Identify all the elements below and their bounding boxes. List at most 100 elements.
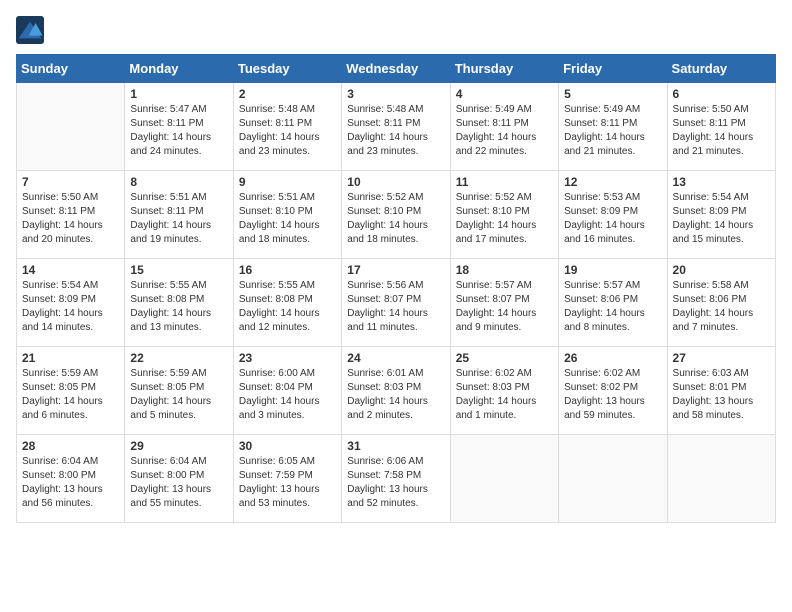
day-number: 19 [564,263,661,277]
weekday-header-sunday: Sunday [17,55,125,83]
day-info: Sunrise: 5:54 AM Sunset: 8:09 PM Dayligh… [22,279,119,335]
day-number: 12 [564,175,661,189]
calendar-cell: 10 Sunrise: 5:52 AM Sunset: 8:10 PM Dayli… [342,171,450,259]
logo-icon [16,16,44,44]
day-number: 27 [673,351,770,365]
day-number: 4 [456,87,553,101]
calendar-week-row: 21 Sunrise: 5:59 AM Sunset: 8:05 PM Dayli… [17,347,776,435]
day-info: Sunrise: 5:50 AM Sunset: 8:11 PM Dayligh… [22,191,119,247]
calendar-cell: 15Sunrise: 5:55 AM Sunset: 8:08 PM Dayli… [125,259,233,347]
calendar-cell: 2 Sunrise: 5:48 AM Sunset: 8:11 PM Daylig… [233,83,341,171]
calendar-cell: 17 Sunrise: 5:56 AM Sunset: 8:07 PM Dayli… [342,259,450,347]
day-number: 23 [239,351,336,365]
day-info: Sunrise: 5:48 AM Sunset: 8:11 PM Dayligh… [239,103,336,159]
day-number: 24 [347,351,444,365]
calendar-cell: 9 Sunrise: 5:51 AM Sunset: 8:10 PM Daylig… [233,171,341,259]
day-info: Sunrise: 5:52 AM Sunset: 8:10 PM Dayligh… [347,191,444,247]
day-info: Sunrise: 6:02 AM Sunset: 8:02 PM Dayligh… [564,367,661,423]
day-info: Sunrise: 5:56 AM Sunset: 8:07 PM Dayligh… [347,279,444,335]
day-info: Sunrise: 5:49 AM Sunset: 8:11 PM Dayligh… [564,103,661,159]
day-info: Sunrise: 5:53 AM Sunset: 8:09 PM Dayligh… [564,191,661,247]
day-info: Sunrise: 6:05 AM Sunset: 7:59 PM Dayligh… [239,455,336,511]
day-number: 26 [564,351,661,365]
day-number: 17 [347,263,444,277]
weekday-header-saturday: Saturday [667,55,775,83]
calendar-cell: 24 Sunrise: 6:01 AM Sunset: 8:03 PM Dayli… [342,347,450,435]
day-info: Sunrise: 6:00 AM Sunset: 8:04 PM Dayligh… [239,367,336,423]
day-number: 10 [347,175,444,189]
day-info: Sunrise: 5:50 AM Sunset: 8:11 PM Dayligh… [673,103,770,159]
day-info: Sunrise: 5:58 AM Sunset: 8:06 PM Dayligh… [673,279,770,335]
calendar-cell: 26 Sunrise: 6:02 AM Sunset: 8:02 PM Dayli… [559,347,667,435]
day-number: 5 [564,87,661,101]
calendar-cell: 6 Sunrise: 5:50 AM Sunset: 8:11 PM Daylig… [667,83,775,171]
day-info: Sunrise: 5:59 AM Sunset: 8:05 PM Dayligh… [130,367,227,423]
day-number: 29 [130,439,227,453]
calendar-week-row: 7 Sunrise: 5:50 AM Sunset: 8:11 PM Daylig… [17,171,776,259]
calendar-cell: 21Sunrise: 5:59 AM Sunset: 8:05 PM Dayli… [17,347,125,435]
logo [16,16,48,44]
calendar-cell: 11 Sunrise: 5:52 AM Sunset: 8:10 PM Dayli… [450,171,558,259]
calendar-cell: 19 Sunrise: 5:57 AM Sunset: 8:06 PM Dayli… [559,259,667,347]
day-info: Sunrise: 5:48 AM Sunset: 8:11 PM Dayligh… [347,103,444,159]
calendar-cell: 12 Sunrise: 5:53 AM Sunset: 8:09 PM Dayli… [559,171,667,259]
calendar-cell: 23 Sunrise: 6:00 AM Sunset: 8:04 PM Dayli… [233,347,341,435]
calendar-cell: 4 Sunrise: 5:49 AM Sunset: 8:11 PM Daylig… [450,83,558,171]
day-info: Sunrise: 6:02 AM Sunset: 8:03 PM Dayligh… [456,367,553,423]
calendar-cell: 29 Sunrise: 6:04 AM Sunset: 8:00 PM Dayli… [125,435,233,523]
day-info: Sunrise: 5:55 AM Sunset: 8:08 PM Dayligh… [130,279,227,335]
day-info: Sunrise: 5:55 AM Sunset: 8:08 PM Dayligh… [239,279,336,335]
day-number: 3 [347,87,444,101]
calendar-cell: 28 Sunrise: 6:04 AM Sunset: 8:00 PM Dayli… [17,435,125,523]
day-number: 9 [239,175,336,189]
day-number: 14 [22,263,119,277]
day-number: 30 [239,439,336,453]
day-number: 11 [456,175,553,189]
day-number: 8 [130,175,227,189]
calendar-week-row: 14 Sunrise: 5:54 AM Sunset: 8:09 PM Dayli… [17,259,776,347]
calendar-cell [17,83,125,171]
calendar-cell: 22 Sunrise: 5:59 AM Sunset: 8:05 PM Dayli… [125,347,233,435]
calendar-cell: 31 Sunrise: 6:06 AM Sunset: 7:58 PM Dayli… [342,435,450,523]
weekday-header-thursday: Thursday [450,55,558,83]
calendar-cell: 3 Sunrise: 5:48 AM Sunset: 8:11 PM Daylig… [342,83,450,171]
calendar-week-row: 28 Sunrise: 6:04 AM Sunset: 8:00 PM Dayli… [17,435,776,523]
day-info: Sunrise: 6:03 AM Sunset: 8:01 PM Dayligh… [673,367,770,423]
day-info: Sunrise: 5:57 AM Sunset: 8:07 PM Dayligh… [456,279,553,335]
calendar-cell: 20Sunrise: 5:58 AM Sunset: 8:06 PM Dayli… [667,259,775,347]
day-info: Sunrise: 5:51 AM Sunset: 8:10 PM Dayligh… [239,191,336,247]
day-number: 6 [673,87,770,101]
weekday-header-monday: Monday [125,55,233,83]
day-info: Sunrise: 6:06 AM Sunset: 7:58 PM Dayligh… [347,455,444,511]
calendar-cell: 30 Sunrise: 6:05 AM Sunset: 7:59 PM Dayli… [233,435,341,523]
day-info: Sunrise: 6:04 AM Sunset: 8:00 PM Dayligh… [130,455,227,511]
day-number: 7 [22,175,119,189]
calendar-cell: 18 Sunrise: 5:57 AM Sunset: 8:07 PM Dayli… [450,259,558,347]
day-info: Sunrise: 6:01 AM Sunset: 8:03 PM Dayligh… [347,367,444,423]
day-info: Sunrise: 5:51 AM Sunset: 8:11 PM Dayligh… [130,191,227,247]
day-info: Sunrise: 6:04 AM Sunset: 8:00 PM Dayligh… [22,455,119,511]
header [16,16,776,44]
day-number: 1 [130,87,227,101]
calendar-cell: 1 Sunrise: 5:47 AM Sunset: 8:11 PM Daylig… [125,83,233,171]
day-number: 16 [239,263,336,277]
calendar-cell: 16 Sunrise: 5:55 AM Sunset: 8:08 PM Dayli… [233,259,341,347]
day-number: 22 [130,351,227,365]
day-number: 21 [22,351,119,365]
calendar-cell: 7 Sunrise: 5:50 AM Sunset: 8:11 PM Daylig… [17,171,125,259]
calendar-cell: 13Sunrise: 5:54 AM Sunset: 8:09 PM Dayli… [667,171,775,259]
calendar-cell [559,435,667,523]
day-info: Sunrise: 5:49 AM Sunset: 8:11 PM Dayligh… [456,103,553,159]
day-number: 28 [22,439,119,453]
day-info: Sunrise: 5:52 AM Sunset: 8:10 PM Dayligh… [456,191,553,247]
calendar-cell: 8 Sunrise: 5:51 AM Sunset: 8:11 PM Daylig… [125,171,233,259]
day-number: 18 [456,263,553,277]
day-number: 31 [347,439,444,453]
day-info: Sunrise: 5:57 AM Sunset: 8:06 PM Dayligh… [564,279,661,335]
calendar-cell: 5 Sunrise: 5:49 AM Sunset: 8:11 PM Daylig… [559,83,667,171]
day-info: Sunrise: 5:47 AM Sunset: 8:11 PM Dayligh… [130,103,227,159]
calendar-cell [450,435,558,523]
weekday-header-tuesday: Tuesday [233,55,341,83]
day-number: 2 [239,87,336,101]
day-number: 13 [673,175,770,189]
